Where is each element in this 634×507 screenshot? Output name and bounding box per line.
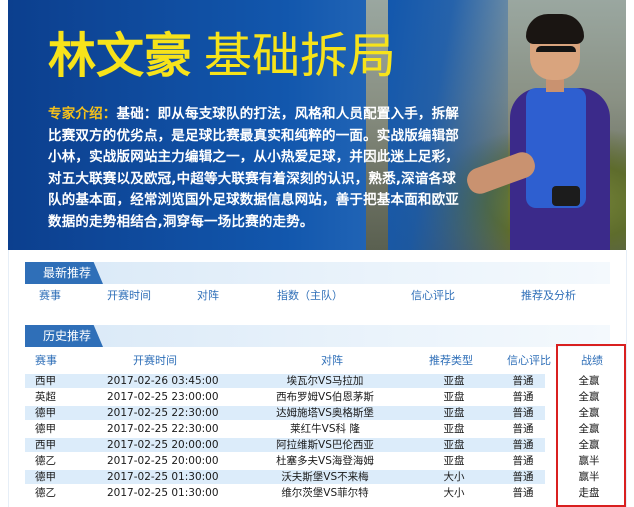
row-match[interactable]: 埃瓦尔VS马拉加 xyxy=(245,373,405,389)
row-match[interactable]: 沃夫斯堡VS不来梅 xyxy=(245,469,405,485)
row-time: 2017-02-25 01:30:00 xyxy=(107,487,219,499)
intro-text: 基础：即从每支球队的打法，风格和人员配置入手，拆解比赛双方的优劣点，是足球比赛最… xyxy=(48,106,459,230)
row-time: 2017-02-25 22:30:00 xyxy=(107,423,219,435)
row-confidence: 普通 xyxy=(512,423,534,435)
row-type: 亚盘 xyxy=(443,375,465,387)
row-time: 2017-02-25 01:30:00 xyxy=(107,471,219,483)
camera-icon xyxy=(552,186,580,206)
table-row[interactable]: 德甲 2017-02-25 01:30:00 沃夫斯堡VS不来梅 大小 普通 赢… xyxy=(25,469,610,485)
sunglasses-icon xyxy=(536,46,576,56)
expert-banner: 林文豪 基础拆局 专家介绍：基础：即从每支球队的打法，风格和人员配置入手，拆解比赛… xyxy=(8,0,626,250)
table-row[interactable]: 西甲 2017-02-26 03:45:00 埃瓦尔VS马拉加 亚盘 普通 全赢 xyxy=(25,373,610,389)
row-type: 亚盘 xyxy=(443,407,465,419)
header-odds: 指数（主队） xyxy=(277,289,343,302)
history-table: 西甲 2017-02-26 03:45:00 埃瓦尔VS马拉加 亚盘 普通 全赢… xyxy=(25,373,610,501)
table-row[interactable]: 西甲 2017-02-25 20:00:00 阿拉维斯VS巴伦西亚 亚盘 普通 … xyxy=(25,437,610,453)
row-type: 亚盘 xyxy=(443,423,465,435)
table-row[interactable]: 德甲 2017-02-25 22:30:00 莱红牛VS科 隆 亚盘 普通 全赢 xyxy=(25,421,610,437)
header-league: 赛事 xyxy=(39,289,61,302)
row-type: 亚盘 xyxy=(443,455,465,467)
table-row[interactable]: 德乙 2017-02-25 20:00:00 杜塞多夫VS海登海姆 亚盘 普通 … xyxy=(25,453,610,469)
tab-history[interactable]: 历史推荐 xyxy=(25,325,103,347)
row-time: 2017-02-25 20:00:00 xyxy=(107,439,219,451)
header-match: 对阵 xyxy=(321,354,343,367)
expert-intro: 专家介绍：基础：即从每支球队的打法，风格和人员配置入手，拆解比赛双方的优劣点，是… xyxy=(48,104,466,233)
row-time: 2017-02-26 03:45:00 xyxy=(107,375,219,387)
banner-title: 林文豪 基础拆局 xyxy=(48,26,396,86)
row-confidence: 普通 xyxy=(512,471,534,483)
intro-label: 专家介绍： xyxy=(48,106,117,122)
expert-name: 林文豪 xyxy=(48,28,193,84)
header-match: 对阵 xyxy=(197,289,219,302)
row-league: 西甲 xyxy=(35,439,56,451)
row-confidence: 普通 xyxy=(512,407,534,419)
header-league: 赛事 xyxy=(35,354,57,367)
header-time: 开赛时间 xyxy=(107,289,151,302)
row-match[interactable]: 莱红牛VS科 隆 xyxy=(245,421,405,437)
row-time: 2017-02-25 22:30:00 xyxy=(107,407,219,419)
latest-table-header: 赛事 开赛时间 对阵 指数（主队） 信心评比 推荐及分析 xyxy=(25,287,610,305)
row-type: 亚盘 xyxy=(443,439,465,451)
header-analysis: 推荐及分析 xyxy=(521,289,576,302)
row-confidence: 普通 xyxy=(512,375,534,387)
expert-column-title: 基础拆局 xyxy=(204,28,397,84)
history-section-bar: 历史推荐 xyxy=(25,325,610,347)
history-table-header: 赛事 开赛时间 对阵 推荐类型 信心评比 战绩 xyxy=(25,352,610,370)
row-confidence: 普通 xyxy=(512,455,534,467)
row-time: 2017-02-25 20:00:00 xyxy=(107,455,219,467)
expert-photo xyxy=(463,10,626,250)
row-match[interactable]: 维尔茨堡VS菲尔特 xyxy=(245,485,405,501)
latest-section-bar: 最新推荐 xyxy=(25,262,610,284)
header-type: 推荐类型 xyxy=(429,354,473,367)
table-row[interactable]: 德乙 2017-02-25 01:30:00 维尔茨堡VS菲尔特 大小 普通 走… xyxy=(25,485,610,501)
row-type: 大小 xyxy=(443,487,465,499)
row-league: 德甲 xyxy=(35,471,56,483)
row-match[interactable]: 阿拉维斯VS巴伦西亚 xyxy=(245,437,405,453)
row-match[interactable]: 杜塞多夫VS海登海姆 xyxy=(245,453,405,469)
row-league: 德甲 xyxy=(35,407,56,419)
tab-latest[interactable]: 最新推荐 xyxy=(25,262,103,284)
row-league: 德乙 xyxy=(35,455,56,467)
row-confidence: 普通 xyxy=(512,439,534,451)
row-type: 亚盘 xyxy=(443,391,465,403)
row-match[interactable]: 达姆施塔VS奥格斯堡 xyxy=(245,405,405,421)
table-row[interactable]: 德甲 2017-02-25 22:30:00 达姆施塔VS奥格斯堡 亚盘 普通 … xyxy=(25,405,610,421)
header-confidence: 信心评比 xyxy=(411,289,455,302)
row-time: 2017-02-25 23:00:00 xyxy=(107,391,219,403)
header-time: 开赛时间 xyxy=(133,354,177,367)
row-league: 德乙 xyxy=(35,487,56,499)
row-league: 英超 xyxy=(35,391,56,403)
table-row[interactable]: 英超 2017-02-25 23:00:00 西布罗姆VS伯恩茅斯 亚盘 普通 … xyxy=(25,389,610,405)
row-type: 大小 xyxy=(443,471,465,483)
row-league: 西甲 xyxy=(35,375,56,387)
row-match[interactable]: 西布罗姆VS伯恩茅斯 xyxy=(245,389,405,405)
row-confidence: 普通 xyxy=(512,391,534,403)
row-league: 德甲 xyxy=(35,423,56,435)
row-confidence: 普通 xyxy=(512,487,534,499)
result-column-highlight xyxy=(556,344,626,507)
header-confidence: 信心评比 xyxy=(507,354,551,367)
